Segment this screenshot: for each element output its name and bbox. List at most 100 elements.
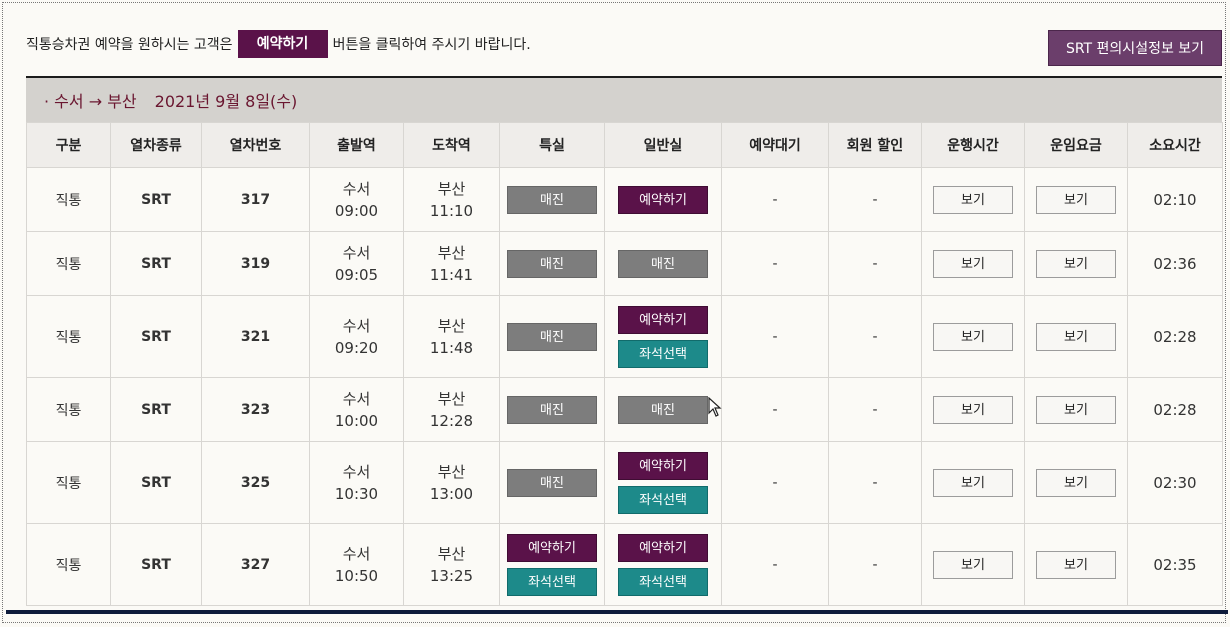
cell-train: SRT <box>110 295 202 378</box>
arrival-time: 13:25 <box>429 566 474 585</box>
view-fare-button[interactable]: 보기 <box>1036 395 1116 424</box>
column-header: 운행시간 <box>921 122 1025 168</box>
cell-type: 직통 <box>26 167 111 232</box>
column-header: 일반실 <box>604 122 722 168</box>
instruction-reserve-label: 예약하기 <box>237 30 328 58</box>
train-kind: SRT <box>141 191 171 208</box>
sold-out-button[interactable]: 매진 <box>618 395 708 424</box>
cell-schedule: 보기 <box>921 295 1025 378</box>
reservation-instruction: 직통승차권 예약을 원하시는 고객은 예약하기 버튼을 클릭하여 주시기 바랍니… <box>26 30 531 58</box>
train-number: 325 <box>240 474 271 491</box>
route-header: · 수서 → 부산 2021년 9월 8일(수) <box>26 78 1222 122</box>
train-kind: SRT <box>141 328 171 345</box>
view-schedule-button[interactable]: 보기 <box>933 322 1013 351</box>
train-row: 직통 SRT 327 수서 10:50 부산 13:25 예약하기 좌석선택 예약하기 좌석선택 - -… <box>26 523 1223 606</box>
arrival-station: 부산 <box>437 179 466 198</box>
cell-first-class: 매진 <box>499 295 605 378</box>
cell-general-class: 예약하기 <box>604 167 722 232</box>
view-fare-button[interactable]: 보기 <box>1036 185 1116 214</box>
cell-first-class: 예약하기좌석선택 <box>499 523 605 606</box>
cell-train: SRT <box>110 167 202 232</box>
sold-out-button[interactable]: 매진 <box>618 249 708 278</box>
view-schedule-button[interactable]: 보기 <box>933 249 1013 278</box>
view-fare-button[interactable]: 보기 <box>1036 322 1116 351</box>
waitlist-value: - <box>772 255 778 272</box>
column-header: 운임요금 <box>1024 122 1128 168</box>
departure-time: 09:05 <box>334 265 379 284</box>
waitlist-value: - <box>772 556 778 573</box>
cell-number: 321 <box>201 295 310 378</box>
column-header: 구분 <box>26 122 111 168</box>
srt-facility-info-button[interactable]: SRT 편의시설정보 보기 <box>1048 30 1222 66</box>
cell-waitlist: - <box>721 231 829 296</box>
select-seat-button[interactable]: 좌석선택 <box>618 567 708 596</box>
reserve-button[interactable]: 예약하기 <box>618 533 708 562</box>
column-header: 특실 <box>499 122 605 168</box>
arrival-station: 부산 <box>437 316 466 335</box>
train-kind: SRT <box>141 556 171 573</box>
view-fare-button[interactable]: 보기 <box>1036 249 1116 278</box>
column-header: 도착역 <box>403 122 500 168</box>
cell-number: 319 <box>201 231 310 296</box>
cell-type: 직통 <box>26 295 111 378</box>
train-kind: SRT <box>141 401 171 418</box>
cell-departure: 수서 10:30 <box>309 441 404 524</box>
cell-departure: 수서 10:00 <box>309 377 404 442</box>
cell-departure: 수서 09:20 <box>309 295 404 378</box>
view-schedule-button[interactable]: 보기 <box>933 185 1013 214</box>
sold-out-button[interactable]: 매진 <box>507 395 597 424</box>
cell-type: 직통 <box>26 231 111 296</box>
cell-fare: 보기 <box>1024 167 1128 232</box>
member-discount-value: - <box>872 556 878 573</box>
train-row: 직통 SRT 325 수서 10:30 부산 13:00 매진 예약하기 좌석선택 - - 보기 보기 02… <box>26 441 1223 524</box>
cell-member-discount: - <box>828 231 922 296</box>
travel-duration: 02:10 <box>1153 190 1197 209</box>
train-row: 직통 SRT 319 수서 09:05 부산 11:41 매진 매진 - - 보기 보기 02:36 <box>26 231 1223 296</box>
cell-member-discount: - <box>828 377 922 442</box>
waitlist-value: - <box>772 191 778 208</box>
waitlist-value: - <box>772 474 778 491</box>
sold-out-button[interactable]: 매진 <box>507 322 597 351</box>
train-kind: SRT <box>141 255 171 272</box>
train-kind: SRT <box>141 474 171 491</box>
view-schedule-button[interactable]: 보기 <box>933 395 1013 424</box>
train-row: 직통 SRT 323 수서 10:00 부산 12:28 매진 매진 - - 보기 보기 02:28 <box>26 377 1223 442</box>
train-category: 직통 <box>55 256 82 273</box>
view-schedule-button[interactable]: 보기 <box>933 468 1013 497</box>
cell-schedule: 보기 <box>921 167 1025 232</box>
reserve-button[interactable]: 예약하기 <box>507 533 597 562</box>
instruction-text-after: 버튼을 클릭하여 주시기 바랍니다. <box>332 37 531 53</box>
cell-general-class: 매진 <box>604 377 722 442</box>
cell-member-discount: - <box>828 441 922 524</box>
cell-type: 직통 <box>26 377 111 442</box>
reserve-button[interactable]: 예약하기 <box>618 451 708 480</box>
travel-duration: 02:30 <box>1153 473 1197 492</box>
reserve-button[interactable]: 예약하기 <box>618 185 708 214</box>
select-seat-button[interactable]: 좌석선택 <box>618 485 708 514</box>
member-discount-value: - <box>872 474 878 491</box>
view-fare-button[interactable]: 보기 <box>1036 550 1116 579</box>
column-header: 출발역 <box>309 122 404 168</box>
sold-out-button[interactable]: 매진 <box>507 249 597 278</box>
view-fare-button[interactable]: 보기 <box>1036 468 1116 497</box>
train-category: 직통 <box>55 192 82 209</box>
reserve-button[interactable]: 예약하기 <box>618 305 708 334</box>
column-header: 열차번호 <box>201 122 310 168</box>
sold-out-button[interactable]: 매진 <box>507 185 597 214</box>
cell-general-class: 예약하기좌석선택 <box>604 523 722 606</box>
cell-waitlist: - <box>721 295 829 378</box>
train-number: 323 <box>240 401 271 418</box>
arrival-station: 부산 <box>437 544 466 563</box>
cell-fare: 보기 <box>1024 295 1128 378</box>
cell-general-class: 매진 <box>604 231 722 296</box>
arrival-time: 11:41 <box>429 265 474 284</box>
cell-member-discount: - <box>828 167 922 232</box>
cell-arrival: 부산 11:10 <box>403 167 500 232</box>
train-category: 직통 <box>55 402 82 419</box>
train-number: 327 <box>240 556 271 573</box>
train-number: 317 <box>240 191 271 208</box>
select-seat-button[interactable]: 좌석선택 <box>618 339 708 368</box>
select-seat-button[interactable]: 좌석선택 <box>507 567 597 596</box>
view-schedule-button[interactable]: 보기 <box>933 550 1013 579</box>
sold-out-button[interactable]: 매진 <box>507 468 597 497</box>
